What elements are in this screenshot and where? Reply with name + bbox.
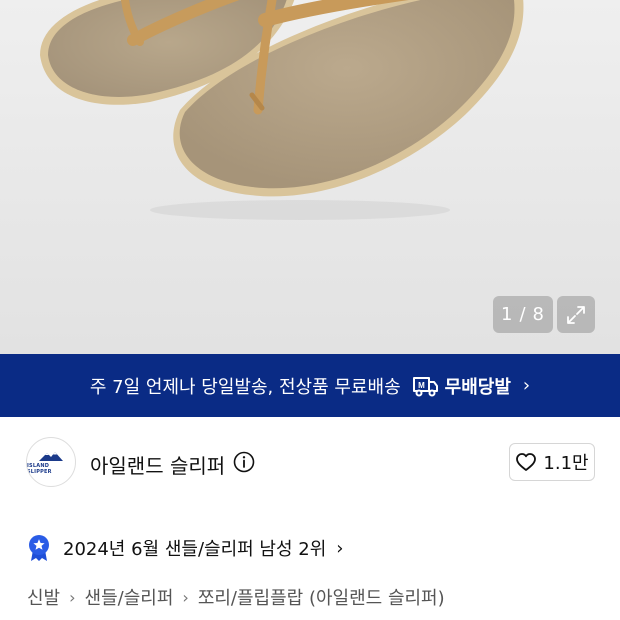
brand-logo-text: ISLAND SLIPPER	[27, 462, 52, 475]
brand-name-link[interactable]: 아일랜드 슬리퍼	[90, 450, 225, 479]
image-page-counter: 1 / 8	[493, 296, 553, 333]
svg-text:M: M	[418, 381, 425, 390]
ranking-medal-icon	[29, 535, 49, 561]
free-delivery-badge: 무배당발	[444, 376, 511, 398]
breadcrumb: 신발 › 샌들/슬리퍼 › 쪼리/플립플랍 (아일랜드 슬리퍼)	[27, 584, 445, 610]
page-separator: /	[519, 304, 527, 325]
delivery-truck-icon: M	[412, 376, 438, 396]
breadcrumb-item-flipflops[interactable]: 쪼리/플립플랍 (아일랜드 슬리퍼)	[198, 584, 445, 610]
total-pages: 8	[532, 304, 545, 325]
like-button[interactable]: 1.1만	[509, 443, 595, 481]
ranking-text: 2024년 6월 샌들/슬리퍼 남성 2위	[63, 539, 327, 560]
delivery-banner[interactable]: 주 7일 언제나 당일발송, 전상품 무료배송 M 무배당발 ›	[0, 354, 620, 417]
ranking-link[interactable]: 2024년 6월 샌들/슬리퍼 남성 2위 ›	[27, 532, 343, 564]
breadcrumb-item-shoes[interactable]: 신발	[27, 584, 60, 610]
brand-row: ISLAND SLIPPER 아일랜드 슬리퍼 1.1만	[0, 417, 620, 512]
chevron-right-icon: ›	[182, 587, 189, 607]
expand-image-button[interactable]	[557, 296, 595, 333]
info-icon[interactable]	[233, 451, 255, 473]
current-page: 1	[501, 304, 514, 325]
product-image-gallery[interactable]: 1 / 8	[0, 0, 620, 354]
heart-icon	[516, 453, 537, 471]
brand-logo[interactable]: ISLAND SLIPPER	[26, 437, 76, 487]
like-count: 1.1만	[543, 453, 589, 474]
mountain-logo-icon	[39, 451, 63, 461]
chevron-right-icon: ›	[522, 375, 531, 396]
breadcrumb-item-sandals[interactable]: 샌들/슬리퍼	[85, 584, 174, 610]
expand-icon	[567, 305, 585, 324]
chevron-right-icon: ›	[69, 587, 76, 607]
chevron-right-icon: ›	[336, 537, 344, 559]
delivery-banner-text: 주 7일 언제나 당일발송, 전상품 무료배송	[89, 376, 401, 398]
